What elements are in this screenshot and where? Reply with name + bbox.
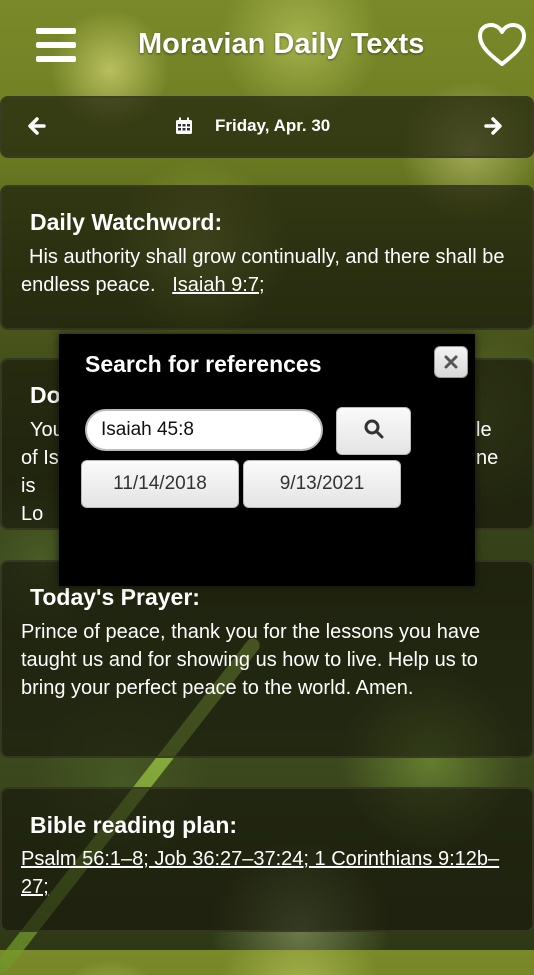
prayer-text: Prince of peace, thank you for the lesso… (21, 621, 481, 699)
dialog-title: Search for references (85, 351, 322, 377)
doctrinal-fragment: of Is (21, 447, 59, 469)
watchword-reference-link[interactable]: Isaiah 9:7; (172, 274, 264, 296)
close-icon[interactable] (434, 346, 468, 378)
doctrinal-fragment: le (476, 419, 492, 441)
reference-search-input[interactable] (85, 409, 323, 451)
app-header: Moravian Daily Texts (0, 0, 534, 88)
watchword-title: Daily Watchword: (30, 209, 223, 235)
prayer-title: Today's Prayer: (30, 584, 200, 610)
reading-plan-links: Psalm 56:1–8; Job 36:27–37:24; 1 Corinth… (21, 845, 511, 901)
watchword-body: His authority shall grow continually, an… (21, 243, 511, 299)
doctrinal-fragment: is Lo (21, 475, 44, 525)
heart-icon[interactable] (477, 22, 527, 68)
search-icon (363, 418, 385, 445)
reading-plan-reference-link[interactable]: Psalm 56:1–8; Job 36:27–37:24; 1 Corinth… (21, 848, 499, 898)
start-date-button[interactable]: 11/14/2018 (81, 460, 239, 508)
doctrinal-fragment: ne (476, 447, 499, 469)
reading-plan-title: Bible reading plan: (30, 812, 238, 838)
current-date[interactable]: Friday, Apr. 30 (215, 116, 330, 136)
search-button[interactable] (336, 407, 411, 455)
arrow-right-icon[interactable] (480, 112, 504, 140)
hamburger-menu-icon[interactable] (36, 28, 76, 62)
arrow-left-icon[interactable] (26, 112, 50, 140)
app-title: Moravian Daily Texts (138, 28, 425, 60)
calendar-icon[interactable] (175, 117, 193, 135)
search-references-dialog: Search for references 11/14/2018 9/13/20… (59, 334, 475, 586)
end-date-button[interactable]: 9/13/2021 (243, 460, 401, 508)
